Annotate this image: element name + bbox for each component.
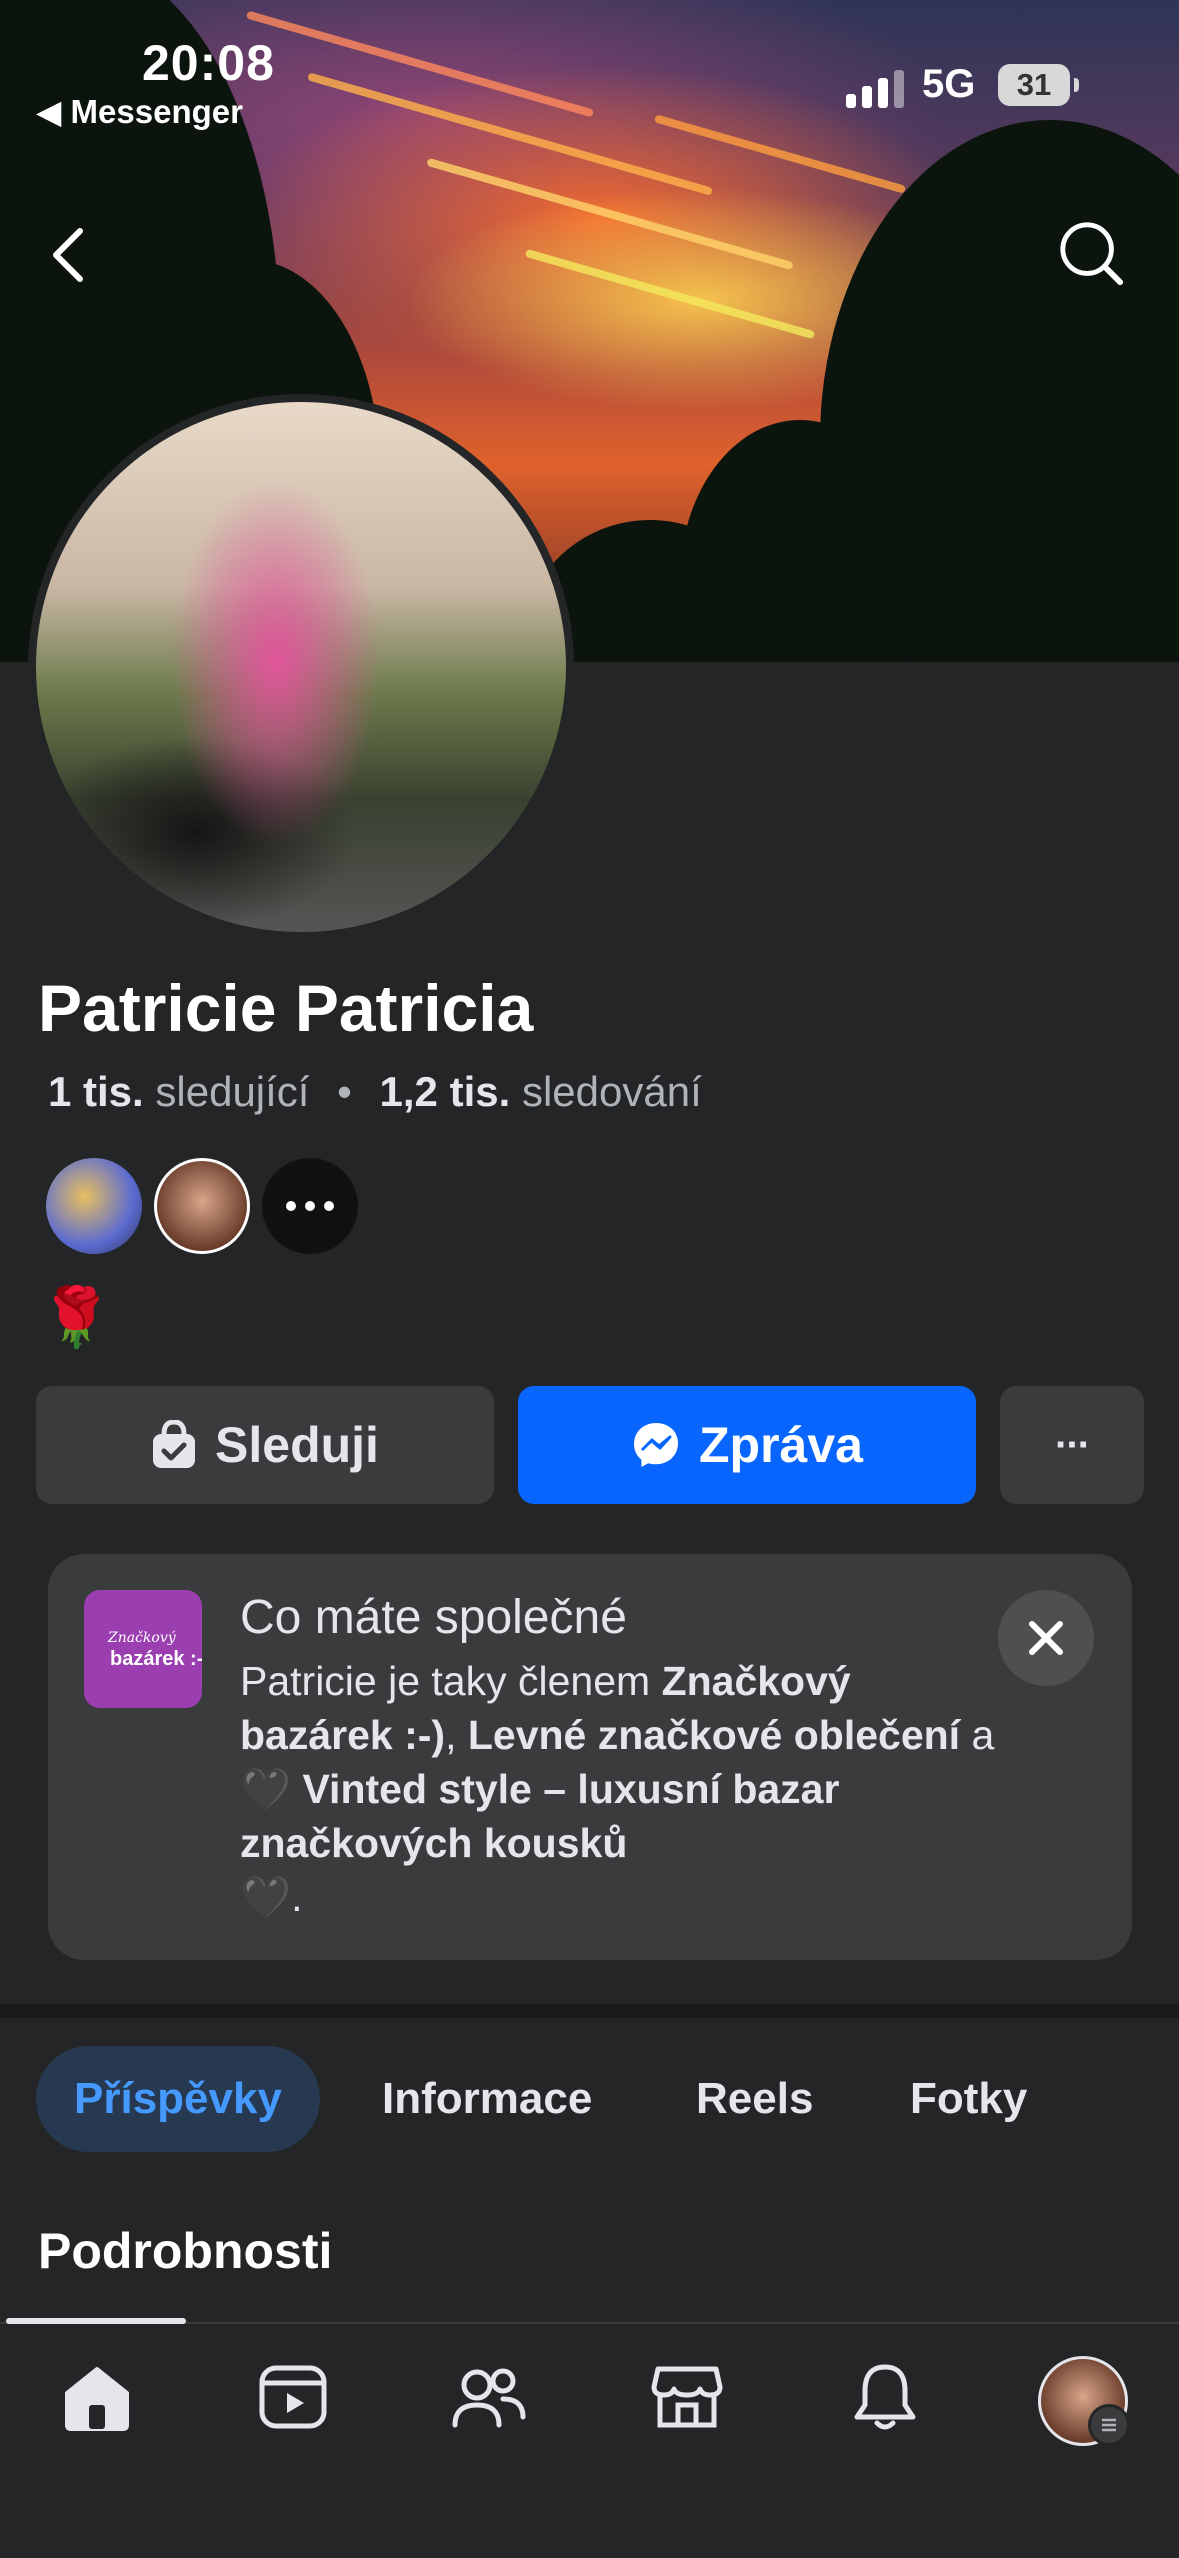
- card-text-sep: a: [960, 1712, 995, 1758]
- tab-about[interactable]: Informace: [382, 2046, 592, 2152]
- messenger-icon: [634, 1423, 679, 1467]
- group-link-text: Vinted style – luxusní bazar značkových …: [240, 1766, 840, 1866]
- back-button[interactable]: [34, 220, 104, 290]
- profile-picture[interactable]: [28, 394, 574, 940]
- section-divider: [0, 2004, 1179, 2018]
- battery-icon: 31: [998, 64, 1079, 106]
- home-icon[interactable]: [52, 2352, 142, 2442]
- card-text-suffix: .: [291, 1874, 303, 1920]
- stats-separator: •: [337, 1068, 352, 1115]
- close-card-button[interactable]: [998, 1590, 1094, 1686]
- chevron-left-icon: [53, 228, 83, 282]
- tab-posts[interactable]: Příspěvky: [36, 2046, 320, 2152]
- group-logo[interactable]: Značkový bazárek :-): [84, 1590, 202, 1708]
- bell-icon[interactable]: [840, 2352, 930, 2442]
- back-to-messenger-link[interactable]: ◀ Messenger: [36, 92, 243, 131]
- section-title: Podrobnosti: [38, 2223, 333, 2279]
- followers-count[interactable]: 1 tis.: [48, 1068, 144, 1115]
- heart-icon: 🖤: [240, 1874, 292, 1920]
- more-options-button[interactable]: ···: [1000, 1386, 1144, 1504]
- signal-icon: [846, 70, 904, 108]
- followers-label[interactable]: sledující: [155, 1068, 309, 1115]
- card-text-prefix: Patricie je taky členem: [240, 1658, 662, 1704]
- status-time: 20:08: [142, 35, 275, 91]
- more-options-icon: ···: [1055, 1422, 1091, 1467]
- mutual-friend-avatar[interactable]: [46, 1158, 142, 1254]
- tab-reels[interactable]: Reels: [696, 2046, 813, 2152]
- marketplace-icon[interactable]: [642, 2352, 732, 2442]
- card-description: Patricie je taky členem Značkový bazárek…: [240, 1654, 1000, 1924]
- profile-name: Patricie Patricia: [38, 971, 534, 1045]
- close-icon: [1029, 1621, 1063, 1655]
- card-title: Co máte společné: [240, 1591, 627, 1644]
- more-dots-icon: [286, 1201, 334, 1211]
- heart-icon: 🖤: [240, 1766, 292, 1812]
- group-link[interactable]: 🖤 Vinted style – luxusní bazar značkovýc…: [240, 1766, 839, 1920]
- bio-text: 🌹: [40, 1285, 113, 1350]
- following-button[interactable]: Sleduji: [36, 1386, 494, 1504]
- video-icon[interactable]: [248, 2352, 338, 2442]
- card-text-sep: ,: [445, 1712, 468, 1758]
- search-button[interactable]: [1056, 218, 1126, 288]
- following-label[interactable]: sledování: [522, 1068, 702, 1115]
- bottom-nav-bar: [0, 2322, 1179, 2558]
- following-check-icon: [153, 1420, 196, 1468]
- menu-icon[interactable]: [1088, 2404, 1130, 2446]
- following-label: Sleduji: [215, 1417, 379, 1473]
- following-count[interactable]: 1,2 tis.: [380, 1068, 511, 1115]
- active-tab-indicator: [6, 2318, 186, 2324]
- search-icon: [1060, 222, 1124, 286]
- friends-icon[interactable]: [444, 2352, 534, 2442]
- follow-stats: 1 tis. sledující • 1,2 tis. sledování: [48, 1068, 702, 1116]
- message-button[interactable]: Zpráva: [518, 1386, 976, 1504]
- network-type: 5G: [922, 62, 976, 106]
- more-friends-button[interactable]: [262, 1158, 358, 1254]
- mutual-friend-avatar[interactable]: [154, 1158, 250, 1254]
- message-label: Zpráva: [699, 1417, 863, 1473]
- group-link[interactable]: Levné značkové oblečení: [468, 1712, 960, 1758]
- group-logo-line2: bazárek :-): [110, 1648, 202, 1670]
- tab-photos[interactable]: Fotky: [910, 2046, 1027, 2152]
- group-logo-line1: Značkový: [108, 1630, 176, 1646]
